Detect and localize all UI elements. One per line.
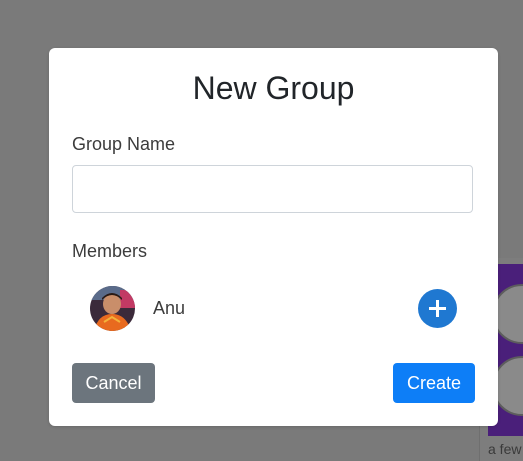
member-list-item: Anu xyxy=(72,284,473,332)
new-group-dialog: New Group Group Name Members Anu Cancel … xyxy=(49,48,498,426)
create-button[interactable]: Create xyxy=(393,363,475,403)
group-name-label: Group Name xyxy=(72,134,176,154)
plus-icon xyxy=(429,300,446,317)
avatar xyxy=(90,286,135,331)
add-member-button[interactable] xyxy=(418,289,457,328)
group-name-input[interactable] xyxy=(72,165,473,213)
member-name: Anu xyxy=(153,298,186,318)
dialog-title: New Group xyxy=(192,70,355,106)
background-card-caption: a few xyxy=(488,441,522,457)
cancel-button[interactable]: Cancel xyxy=(72,363,155,403)
members-label: Members xyxy=(72,241,148,261)
